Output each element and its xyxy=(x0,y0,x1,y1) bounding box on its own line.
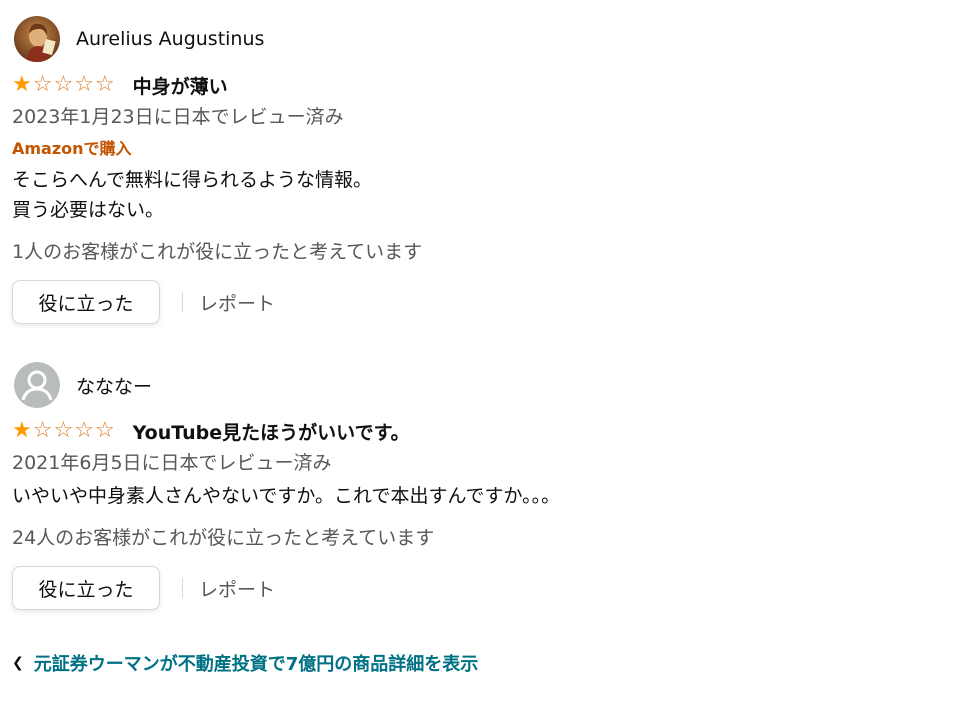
verified-purchase-badge: Amazonで購入 xyxy=(12,139,132,158)
review-actions: 役に立った レポート xyxy=(12,280,952,324)
review-header: ★ ☆ ☆ ☆ ☆ YouTube見たほうがいいです。 xyxy=(12,416,952,446)
star-rating[interactable]: ★ ☆ ☆ ☆ ☆ xyxy=(12,74,115,96)
review-body: いやいや中身素人さんやないですか。これで本出すんですか。。。 xyxy=(12,481,952,511)
review-body-line: 買う必要はない。 xyxy=(12,199,165,221)
reviewer-name[interactable]: Aurelius Augustinus xyxy=(76,28,264,50)
product-details-link-text[interactable]: 元証券ウーマンが不動産投資で7億円の商品詳細を表示 xyxy=(34,650,479,676)
reviewer-name[interactable]: なななー xyxy=(76,372,152,399)
review-actions: 役に立った レポート xyxy=(12,566,952,610)
chevron-left-icon: ❮ xyxy=(12,655,24,671)
star-empty-icon: ☆ xyxy=(53,72,74,97)
helpful-count: 24人のお客様がこれが役に立ったと考えています xyxy=(12,527,435,549)
review-date: 2023年1月23日に日本でレビュー済み xyxy=(12,106,344,128)
star-rating[interactable]: ★ ☆ ☆ ☆ ☆ xyxy=(12,420,115,442)
review-body-line: そこらへんで無料に得られるような情報。 xyxy=(12,169,373,191)
review-header: ★ ☆ ☆ ☆ ☆ 中身が薄い xyxy=(12,70,952,100)
star-empty-icon: ☆ xyxy=(94,418,115,443)
product-details-link[interactable]: ❮ 元証券ウーマンが不動産投資で7億円の商品詳細を表示 xyxy=(12,650,478,676)
action-divider xyxy=(182,292,183,312)
star-empty-icon: ☆ xyxy=(32,418,53,443)
review-item: Aurelius Augustinus ★ ☆ ☆ ☆ ☆ 中身が薄い 2023… xyxy=(12,14,952,324)
helpful-count: 1人のお客様がこれが役に立ったと考えています xyxy=(12,241,423,263)
helpful-button[interactable]: 役に立った xyxy=(12,566,160,610)
review-body-line: いやいや中身素人さんやないですか。これで本出すんですか。。。 xyxy=(12,485,561,507)
star-empty-icon: ☆ xyxy=(53,418,74,443)
review-body: そこらへんで無料に得られるような情報。 買う必要はない。 xyxy=(12,165,952,225)
star-filled-icon: ★ xyxy=(12,418,32,443)
reviews-page: Aurelius Augustinus ★ ☆ ☆ ☆ ☆ 中身が薄い 2023… xyxy=(0,0,973,715)
review-item: なななー ★ ☆ ☆ ☆ ☆ YouTube見たほうがいいです。 2021年6月… xyxy=(12,360,952,610)
reviewer-avatar[interactable] xyxy=(14,16,60,62)
star-empty-icon: ☆ xyxy=(32,72,53,97)
report-link[interactable]: レポート xyxy=(199,575,275,602)
helpful-button[interactable]: 役に立った xyxy=(12,280,160,324)
action-divider xyxy=(182,578,183,598)
reviewer-avatar[interactable] xyxy=(14,362,60,408)
star-empty-icon: ☆ xyxy=(74,72,94,97)
star-empty-icon: ☆ xyxy=(74,418,94,443)
review-title[interactable]: YouTube見たほうがいいです。 xyxy=(133,418,410,445)
star-filled-icon: ★ xyxy=(12,72,32,97)
star-empty-icon: ☆ xyxy=(94,72,115,97)
review-title[interactable]: 中身が薄い xyxy=(133,72,228,99)
review-date: 2021年6月5日に日本でレビュー済み xyxy=(12,452,332,474)
reviewer-profile[interactable]: Aurelius Augustinus xyxy=(12,14,952,64)
reviewer-profile[interactable]: なななー xyxy=(12,360,952,410)
report-link[interactable]: レポート xyxy=(199,289,275,316)
